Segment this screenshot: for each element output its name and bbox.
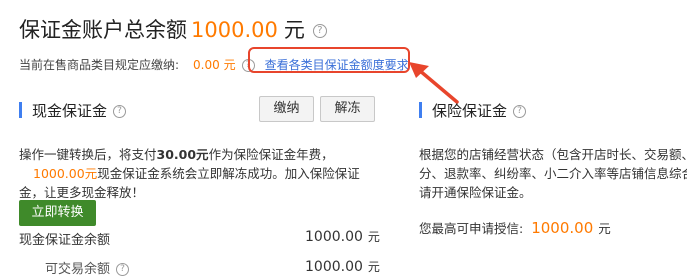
- help-icon[interactable]: [113, 105, 127, 118]
- cash-balance-value: 1000.00: [305, 229, 363, 245]
- section-bar: [419, 102, 422, 118]
- description-text: 操作一键转换后，将支付: [19, 147, 157, 162]
- pay-button[interactable]: 缴纳: [259, 96, 314, 122]
- description-text: 作为保险保证金年费，: [208, 147, 334, 162]
- credit-row: 您最高可申请授信: 1000.00 元: [419, 218, 611, 237]
- credit-amount: 1000.00: [531, 219, 594, 237]
- cash-deposit-title-text: 现金保证金: [32, 102, 108, 120]
- help-icon[interactable]: [312, 24, 327, 38]
- cash-deposit-description: 操作一键转换后，将支付30.00元作为保险保证金年费，1000.00元现金保证金…: [19, 145, 379, 202]
- credit-label: 您最高可申请授信:: [419, 221, 524, 236]
- requirement-value: 0.00 元: [193, 58, 236, 72]
- insurance-deposit-title: 保险保证金: [419, 100, 527, 121]
- description-fee: 30.00元: [156, 147, 209, 162]
- cash-deposit-title: 现金保证金: [19, 100, 127, 121]
- convert-button[interactable]: 立即转换: [19, 200, 96, 226]
- cash-balance-label: 现金保证金余额: [19, 233, 111, 248]
- description-line: 根据您的店铺经营状态（包含开店时长、交易额、好: [419, 147, 687, 162]
- highlight-box: [248, 47, 410, 73]
- insurance-deposit-title-text: 保险保证金: [432, 102, 508, 120]
- requirement-label: 当前在售商品类目规定应缴纳:: [19, 58, 180, 72]
- description-line: 分、退款率、纠纷率、小二介入率等店铺信息综合评: [419, 166, 687, 181]
- tradable-balance-unit: 元: [367, 260, 380, 274]
- unfreeze-button[interactable]: 解冻: [320, 96, 375, 122]
- page-title: 保证金账户总余额 1000.00 元: [19, 14, 327, 44]
- total-balance-amount: 1000.00: [191, 18, 278, 42]
- cash-balance-unit: 元: [367, 230, 380, 244]
- section-bar: [19, 102, 22, 118]
- insurance-deposit-description: 根据您的店铺经营状态（包含开店时长、交易额、好 分、退款率、纠纷率、小二介入率等…: [419, 145, 687, 202]
- tradable-balance-text: 可交易余额: [45, 262, 111, 277]
- description-line: 请开通保险保证金。: [419, 185, 532, 200]
- tradable-balance-value: 1000.00: [305, 259, 363, 275]
- tradable-balance-amount: 1000.00 元: [305, 258, 380, 275]
- help-icon[interactable]: [116, 263, 130, 276]
- cash-balance-amount: 1000.00 元: [305, 228, 380, 245]
- total-balance-unit: 元: [283, 18, 305, 42]
- title-text: 保证金账户总余额: [19, 18, 187, 42]
- description-amount: 1000.00元: [33, 166, 98, 181]
- credit-unit: 元: [598, 221, 611, 236]
- help-icon[interactable]: [513, 105, 527, 118]
